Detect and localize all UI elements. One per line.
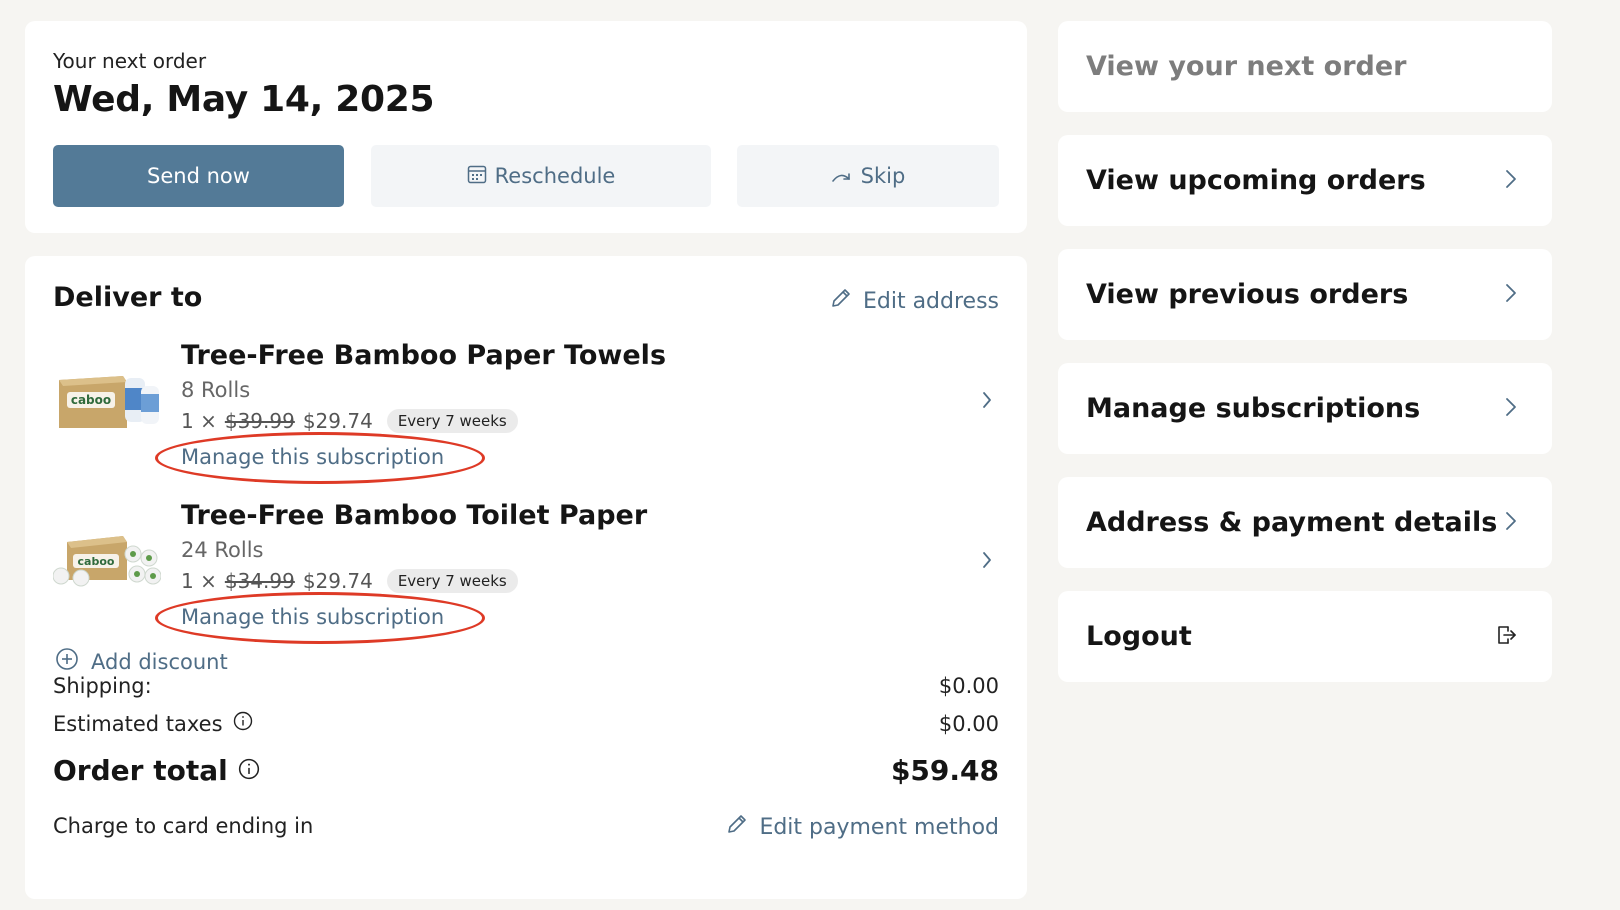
nav-address-payment-details[interactable]: Address & payment details [1058,477,1552,568]
price: $29.74 [302,569,373,593]
frequency-badge: Every 7 weeks [386,409,518,433]
order-total-label: Order total [53,754,228,787]
product-image: caboo [52,524,162,590]
account-page: Your next order Wed, May 14, 2025 Send n… [0,0,1620,910]
price: $29.74 [302,409,373,433]
shipping-label: Shipping: [53,674,152,698]
add-discount-label: Add discount [91,649,228,674]
price-row: 1 × $34.99 $29.74 Every 7 weeks [181,569,518,593]
nav-label: View upcoming orders [1086,165,1426,196]
product-name: Tree-Free Bamboo Toilet Paper [181,500,648,531]
subscription-item[interactable]: caboo Tree-Free Bamboo Toilet Paper 24 R… [25,500,1027,650]
pencil-icon [725,812,749,842]
shipping-value: $0.00 [938,674,999,698]
chevron-right-icon[interactable] [981,390,993,414]
deliver-card: Deliver to Edit address caboo Tree-Free … [25,256,1027,899]
shipping-row: Shipping: $0.00 [53,674,999,698]
send-now-label: Send now [147,164,250,188]
manage-subscription-link[interactable]: Manage this subscription [181,445,444,469]
edit-address-label: Edit address [862,288,999,314]
nav-label: View your next order [1086,51,1407,82]
nav-manage-subscriptions[interactable]: Manage subscriptions [1058,363,1552,454]
info-icon[interactable] [233,711,253,736]
taxes-row: Estimated taxes $0.00 [53,711,999,736]
chevron-right-icon [1504,282,1518,308]
original-price: $34.99 [224,569,295,593]
nav-label: Logout [1086,621,1192,652]
add-discount-link[interactable]: Add discount [55,647,228,676]
calendar-icon [467,164,487,189]
logout-icon [1494,623,1518,651]
svg-text:caboo: caboo [78,555,115,568]
product-name: Tree-Free Bamboo Paper Towels [181,340,667,371]
quantity: 1 × [181,409,217,433]
next-order-card: Your next order Wed, May 14, 2025 Send n… [25,21,1027,233]
taxes-label: Estimated taxes [53,711,223,736]
skip-icon [831,164,853,188]
edit-payment-label: Edit payment method [759,814,999,840]
product-variant: 24 Rolls [181,538,264,562]
deliver-title: Deliver to [53,282,203,313]
order-total-row: Order total $59.48 [53,754,999,787]
quantity: 1 × [181,569,217,593]
chevron-right-icon [1504,396,1518,422]
charge-card-label: Charge to card ending in [53,814,314,838]
nav-label: Manage subscriptions [1086,393,1421,424]
taxes-value: $0.00 [938,711,999,736]
subscription-item[interactable]: caboo Tree-Free Bamboo Paper Towels 8 Ro… [25,340,1027,490]
nav-view-upcoming-orders[interactable]: View upcoming orders [1058,135,1552,226]
chevron-right-icon [1504,510,1518,536]
price-row: 1 × $39.99 $29.74 Every 7 weeks [181,409,518,433]
manage-subscription-link[interactable]: Manage this subscription [181,605,444,629]
info-icon[interactable] [238,754,260,787]
edit-address-link[interactable]: Edit address [829,286,999,316]
product-image: caboo [53,364,161,430]
skip-label: Skip [860,164,906,188]
frequency-badge: Every 7 weeks [386,569,518,593]
svg-text:caboo: caboo [71,393,111,407]
send-now-button[interactable]: Send now [53,145,344,207]
edit-payment-link[interactable]: Edit payment method [725,812,999,842]
nav-label: Address & payment details [1086,507,1498,538]
next-order-eyebrow: Your next order [53,49,207,73]
product-variant: 8 Rolls [181,378,251,402]
nav-view-next-order[interactable]: View your next order [1058,21,1552,112]
chevron-right-icon [1504,168,1518,194]
plus-circle-icon [55,647,79,676]
reschedule-button[interactable]: Reschedule [371,145,711,207]
next-order-date: Wed, May 14, 2025 [53,79,435,120]
reschedule-label: Reschedule [494,164,616,188]
order-total-value: $59.48 [890,754,999,787]
original-price: $39.99 [224,409,295,433]
skip-button[interactable]: Skip [737,145,999,207]
nav-view-previous-orders[interactable]: View previous orders [1058,249,1552,340]
pencil-icon [829,286,853,316]
nav-label: View previous orders [1086,279,1409,310]
nav-logout[interactable]: Logout [1058,591,1552,682]
chevron-right-icon[interactable] [981,550,993,574]
